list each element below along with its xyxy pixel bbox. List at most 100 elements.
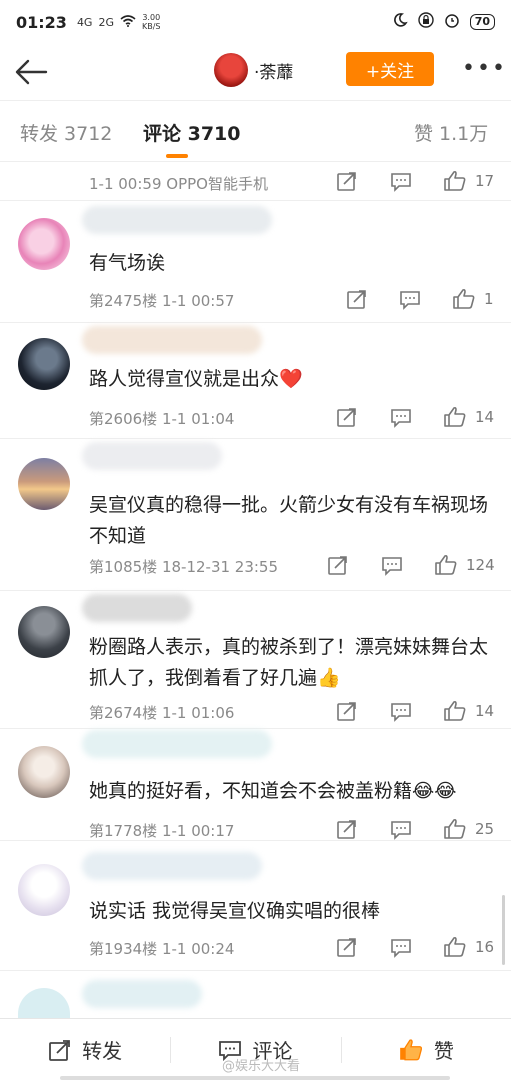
like-count: 14 xyxy=(475,408,495,426)
comment-meta: 第2606楼 1-1 01:04 xyxy=(89,410,235,428)
comment-icon[interactable] xyxy=(390,170,412,192)
comment-text: 吴宣仪真的稳得一批。火箭少女有没有车祸现场不知道 xyxy=(89,494,489,547)
like-button[interactable]: 25 xyxy=(443,817,494,841)
commenter-name-blurred[interactable] xyxy=(82,594,192,622)
tab-repost[interactable]: 转发 3712 xyxy=(20,119,112,146)
repost-icon[interactable] xyxy=(336,936,358,958)
comment-item: 她真的挺好看，不知道会不会被盖粉籍😂😂 第1778楼 1-1 00:17 25 xyxy=(0,728,511,840)
repost-icon[interactable] xyxy=(336,818,358,840)
like-button[interactable]: 14 xyxy=(443,405,494,429)
thumbs-up-icon xyxy=(444,700,466,721)
comment-item: 吴宣仪真的稳得一批。火箭少女有没有车祸现场不知道 第1085楼 18-12-31… xyxy=(0,438,511,590)
scrollbar[interactable] xyxy=(502,895,505,965)
lock-icon xyxy=(417,12,434,32)
thumbs-up-icon xyxy=(399,1038,422,1060)
moon-icon xyxy=(392,12,408,32)
comment-meta: 1-1 00:59 OPPO智能手机 xyxy=(89,175,268,193)
repost-icon[interactable] xyxy=(336,170,358,192)
like-button[interactable]: 17 xyxy=(443,169,494,193)
commenter-avatar[interactable] xyxy=(18,218,70,270)
speed-unit: KB/S xyxy=(142,22,161,31)
wifi-icon xyxy=(120,14,136,30)
commenter-avatar[interactable] xyxy=(18,338,70,390)
follow-button[interactable]: +关注 xyxy=(346,52,434,86)
comment-meta: 第1085楼 18-12-31 23:55 xyxy=(89,558,279,576)
commenter-avatar[interactable] xyxy=(18,458,70,510)
commenter-name-blurred[interactable] xyxy=(82,206,272,234)
thumbs-up-icon xyxy=(435,554,457,575)
post-author[interactable]: ·荼蘼 xyxy=(214,53,293,87)
comment-text: 有气场诶 xyxy=(89,252,166,274)
comment-item-partial xyxy=(0,970,511,1018)
thumbs-up-icon xyxy=(453,288,475,309)
like-count: 16 xyxy=(475,938,495,956)
like-button[interactable]: 赞 xyxy=(340,1019,511,1080)
commenter-avatar[interactable] xyxy=(18,988,70,1018)
repost-label: 转发 xyxy=(82,1039,123,1063)
back-arrow-icon xyxy=(15,59,48,85)
thumbs-up-icon xyxy=(444,936,466,957)
author-avatar[interactable] xyxy=(214,53,248,87)
commenter-name-blurred[interactable] xyxy=(82,442,222,470)
network-indicators: 4G 2G 3.00 KB/S xyxy=(77,13,161,31)
signal-2g-icon: 2G xyxy=(98,15,114,29)
comment-item: 有气场诶 第2475楼 1-1 00:57 1 xyxy=(0,200,511,322)
author-name[interactable]: ·荼蘼 xyxy=(254,58,293,83)
like-count: 14 xyxy=(475,702,495,720)
like-label: 赞 xyxy=(433,1039,454,1063)
comment-icon[interactable] xyxy=(381,554,403,576)
like-button[interactable]: 14 xyxy=(443,699,494,723)
comment-text: 她真的挺好看，不知道会不会被盖粉籍😂😂 xyxy=(89,780,457,802)
commenter-avatar[interactable] xyxy=(18,606,70,658)
tab-likes[interactable]: 赞 1.1万 xyxy=(414,119,488,146)
thumbs-up-icon xyxy=(444,818,466,839)
comment-meta: 第1778楼 1-1 00:17 xyxy=(89,822,235,840)
watermark: @娱乐大大看 xyxy=(222,1059,301,1074)
comment-text: 粉圈路人表示，真的被杀到了！漂亮妹妹舞台太抓人了，我倒着看了好几遍👍 xyxy=(89,636,489,689)
like-count: 1 xyxy=(484,290,494,308)
comment-text: 路人觉得宣仪就是出众❤️ xyxy=(89,368,303,390)
repost-icon[interactable] xyxy=(346,288,368,310)
comment-item: 粉圈路人表示，真的被杀到了！漂亮妹妹舞台太抓人了，我倒着看了好几遍👍 第2674… xyxy=(0,590,511,728)
battery-icon: 70 xyxy=(469,14,495,30)
repost-button[interactable]: 转发 xyxy=(0,1019,170,1080)
alarm-icon xyxy=(444,12,460,32)
comment-icon[interactable] xyxy=(390,700,412,722)
commenter-name-blurred[interactable] xyxy=(82,852,262,880)
thumbs-up-icon xyxy=(444,170,466,191)
speed-value: 3.00 xyxy=(142,13,161,22)
comment-icon[interactable] xyxy=(399,288,421,310)
commenter-name-blurred[interactable] xyxy=(82,980,202,1008)
repost-icon[interactable] xyxy=(336,406,358,428)
repost-icon[interactable] xyxy=(327,554,349,576)
like-count: 124 xyxy=(466,556,495,574)
commenter-avatar[interactable] xyxy=(18,746,70,798)
thumbs-up-icon xyxy=(444,406,466,427)
weibo-header: ·荼蘼 +关注 ••• xyxy=(0,44,511,100)
like-button[interactable]: 124 xyxy=(434,553,495,577)
comment-item: 说实话 我觉得吴宣仪确实唱的很棒 第1934楼 1-1 00:24 16 xyxy=(0,840,511,970)
network-speed: 3.00 KB/S xyxy=(142,13,161,31)
comment-icon[interactable] xyxy=(390,818,412,840)
comment-meta: 第2475楼 1-1 00:57 xyxy=(89,292,235,310)
comment-meta: 第2674楼 1-1 01:06 xyxy=(89,704,235,722)
comment-icon[interactable] xyxy=(390,936,412,958)
like-button[interactable]: 1 xyxy=(452,287,494,311)
commenter-avatar[interactable] xyxy=(18,864,70,916)
comment-meta: 第1934楼 1-1 00:24 xyxy=(89,940,235,958)
commenter-name-blurred[interactable] xyxy=(82,730,272,758)
tab-comments[interactable]: 评论 3710 xyxy=(143,119,241,146)
comment-icon[interactable] xyxy=(390,406,412,428)
like-button[interactable]: 16 xyxy=(443,935,494,959)
commenter-name-blurred[interactable] xyxy=(82,326,262,354)
comment-item-partial: 1-1 00:59 OPPO智能手机 17 xyxy=(0,162,511,200)
repost-icon xyxy=(49,1039,71,1061)
repost-icon[interactable] xyxy=(336,700,358,722)
home-indicator[interactable] xyxy=(60,1076,450,1080)
status-bar: 01:23 4G 2G 3.00 KB/S 70 xyxy=(0,0,511,44)
back-button[interactable] xyxy=(12,52,52,92)
comment-item: 路人觉得宣仪就是出众❤️ 第2606楼 1-1 01:04 14 xyxy=(0,322,511,438)
signal-4g-icon: 4G xyxy=(76,15,93,29)
more-options-icon[interactable]: ••• xyxy=(462,56,507,81)
active-tab-indicator xyxy=(166,154,188,158)
